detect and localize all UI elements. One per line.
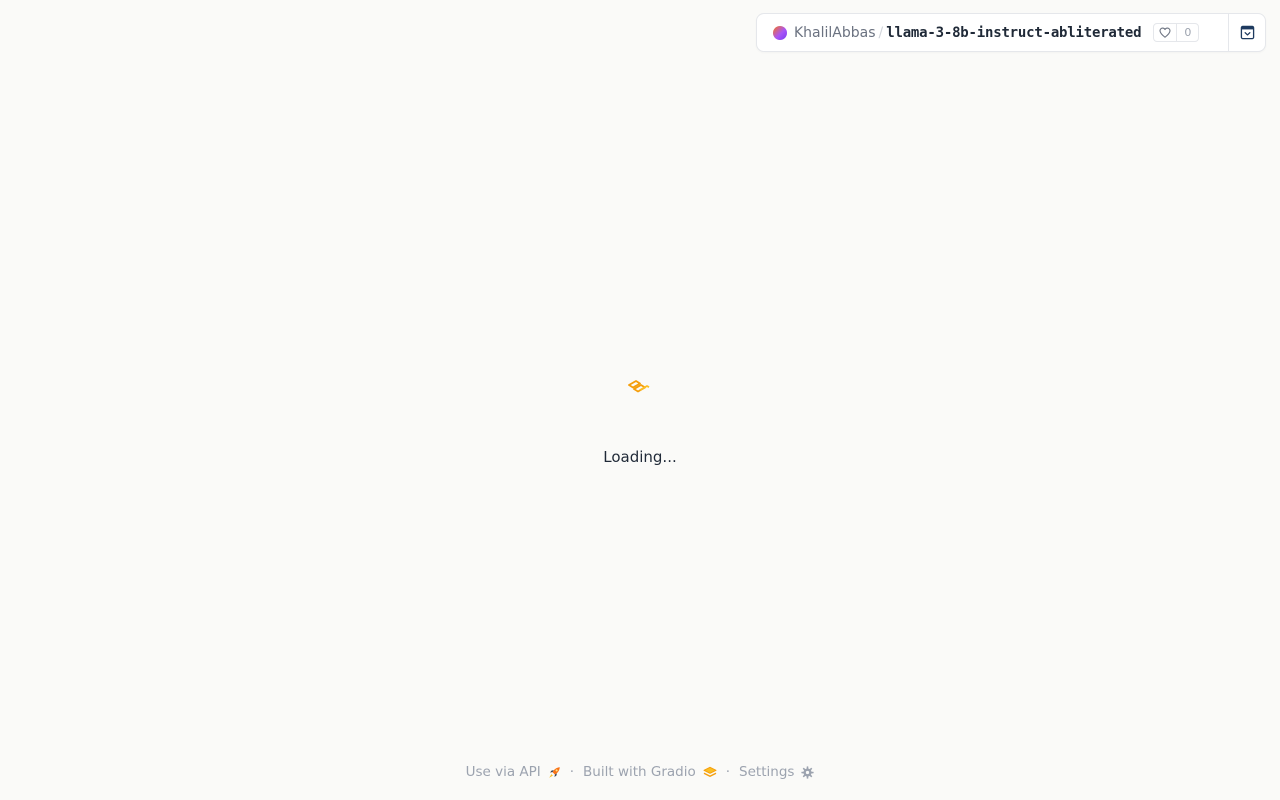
built-with-gradio-link[interactable]: Built with Gradio [583,764,717,780]
built-with-gradio-label: Built with Gradio [583,764,696,780]
owner-avatar[interactable] [773,25,787,40]
rocket-icon [548,766,560,778]
gear-icon [801,765,815,779]
collapse-window-icon [1240,25,1254,40]
space-header: KhalilAbbas / llama-3-8b-instruct-ablite… [756,13,1266,52]
space-info: KhalilAbbas / llama-3-8b-instruct-ablite… [757,14,1228,51]
owner-link[interactable]: KhalilAbbas [794,25,876,41]
use-via-api-link[interactable]: Use via API [466,764,561,780]
space-name-link[interactable]: llama-3-8b-instruct-abliterated [886,25,1141,41]
use-via-api-label: Use via API [465,764,541,780]
settings-link[interactable]: Settings [739,764,815,780]
footer: Use via API · Built with Gradio · Settin… [0,764,1280,780]
path-separator: / [878,24,884,41]
gradio-logo-icon [628,380,650,393]
like-count: 0 [1184,26,1192,39]
loading-text: Loading... [603,448,677,466]
page: KhalilAbbas / llama-3-8b-instruct-ablite… [0,0,1280,800]
heart-icon [1159,27,1171,38]
collapse-header-button[interactable] [1228,14,1265,51]
settings-label: Settings [739,764,795,780]
footer-separator: · [725,764,731,780]
like-widget: 0 [1153,23,1200,42]
gradio-logo-icon [703,766,717,777]
footer-separator: · [569,764,575,780]
like-button[interactable] [1154,24,1178,41]
